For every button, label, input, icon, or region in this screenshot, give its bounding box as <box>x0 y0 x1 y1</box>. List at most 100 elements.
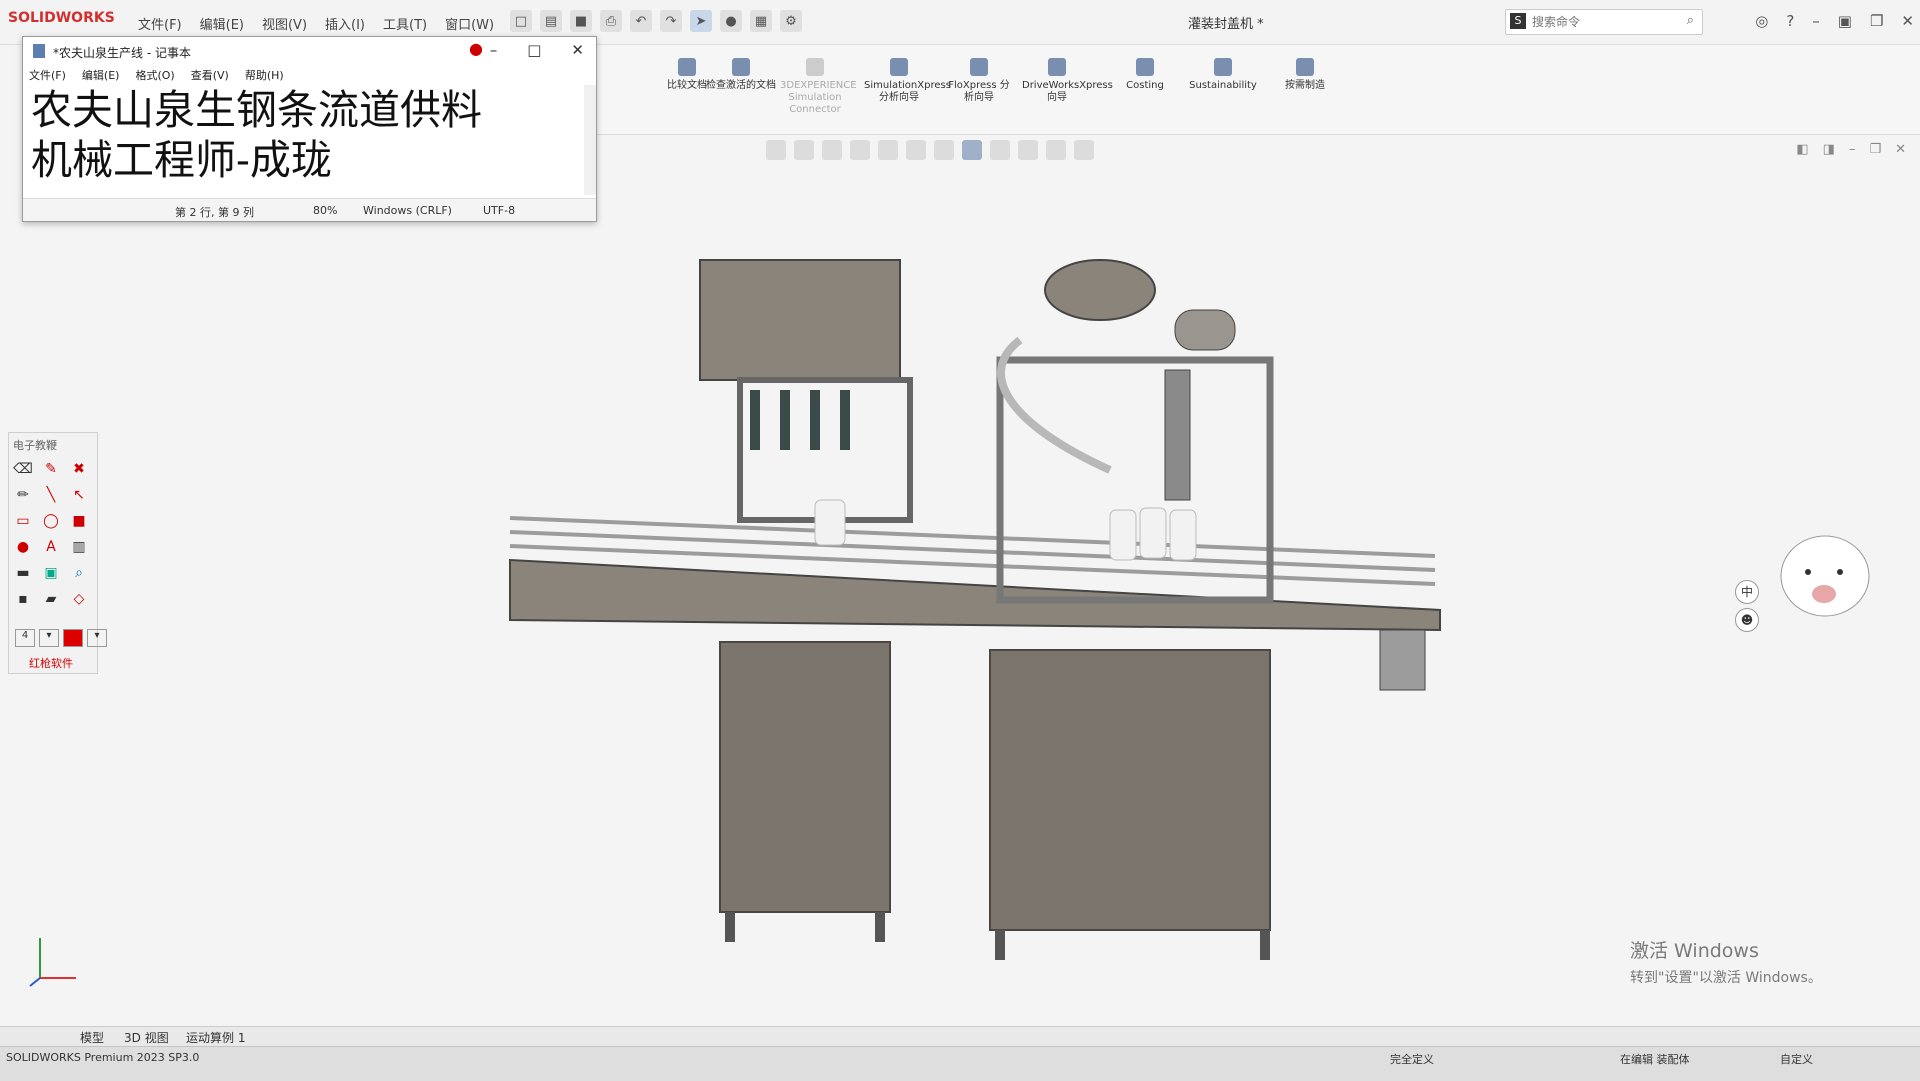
notepad-status-bar: 第 2 行, 第 9 列 80% Windows (CRLF) UTF-8 <box>23 198 596 221</box>
dropdown-icon[interactable]: ▾ <box>39 629 59 647</box>
menu-view[interactable]: 视图(V) <box>262 14 307 33</box>
edit-appearance-icon[interactable] <box>990 140 1010 160</box>
viewport-minimize-icon[interactable]: – <box>1849 142 1856 157</box>
search-icon[interactable]: ⌕ <box>1687 13 1694 28</box>
display-pane-icon[interactable] <box>1074 140 1094 160</box>
filled-ellipse-icon[interactable]: ● <box>13 537 33 557</box>
notepad-maximize-icon[interactable]: □ <box>527 41 541 59</box>
notepad-title-bar[interactable]: *农夫山泉生产线 - 记事本 ● – □ ✕ <box>23 37 596 65</box>
scene-icon[interactable] <box>1018 140 1038 160</box>
viewport-float-icon[interactable]: ◨ <box>1823 142 1835 157</box>
rebuild-icon[interactable]: ● <box>720 10 742 32</box>
view-orientation-icon[interactable] <box>906 140 926 160</box>
pen-width-select[interactable]: 4 <box>15 629 35 647</box>
display-style-icon[interactable] <box>934 140 954 160</box>
units-custom[interactable]: 自定义 <box>1780 1051 1813 1067</box>
notepad-window[interactable]: *农夫山泉生产线 - 记事本 ● – □ ✕ 文件(F) 编辑(E) 格式(O)… <box>22 36 597 222</box>
tab-model[interactable]: 模型 <box>74 1029 110 1046</box>
notepad-text-area[interactable]: 农夫山泉生钢条流道供料 机械工程师-成珑 <box>31 85 579 185</box>
pen-color-swatch[interactable] <box>63 629 83 647</box>
account-icon[interactable]: ◎ <box>1755 12 1768 30</box>
pen-icon[interactable]: ✎ <box>41 459 61 479</box>
eraser-icon[interactable]: ⌫ <box>13 459 33 479</box>
pencil-icon[interactable]: ✏ <box>13 485 33 505</box>
notepad-minimize-icon[interactable]: – <box>490 41 498 59</box>
app-logo[interactable]: SOLIDWORKS <box>8 10 115 26</box>
close-icon[interactable]: ✕ <box>1901 12 1914 30</box>
help-icon[interactable]: ? <box>1786 12 1794 30</box>
blackboard-icon[interactable]: ▬ <box>13 563 33 583</box>
undo-icon[interactable]: ↶ <box>630 10 652 32</box>
command-search[interactable]: S ⌕ <box>1505 9 1703 35</box>
conveyor-motor <box>1379 629 1426 691</box>
color-dropdown-icon[interactable]: ▾ <box>87 629 107 647</box>
check-active-document-button[interactable]: 检查激活的文档 <box>706 58 776 92</box>
menu-insert[interactable]: 插入(I) <box>325 14 365 33</box>
options-gear-icon[interactable]: ⚙ <box>780 10 802 32</box>
notepad-menu-format[interactable]: 格式(O) <box>135 67 174 83</box>
sustainability-icon <box>1214 58 1232 76</box>
clear-icon[interactable]: ✖ <box>69 459 89 479</box>
tool-brand-label: 红枪软件 <box>29 657 73 670</box>
notepad-menu-view[interactable]: 查看(V) <box>191 67 229 83</box>
magnifier-icon[interactable]: ⌕ <box>69 563 89 583</box>
costing-button[interactable]: Costing <box>1110 58 1180 92</box>
viewport-close-icon[interactable]: ✕ <box>1895 142 1906 157</box>
save-icon[interactable]: ■ <box>570 10 592 32</box>
print-icon[interactable]: ⎙ <box>600 10 622 32</box>
line-icon[interactable]: ╲ <box>41 485 61 505</box>
simulationxpress-button[interactable]: SimulationXpress 分析向导 <box>864 58 951 104</box>
ruler-icon[interactable]: ▥ <box>69 537 89 557</box>
select-pointer-icon[interactable]: ➤ <box>690 10 712 32</box>
zoom-to-area-icon[interactable] <box>794 140 814 160</box>
screenshot-icon[interactable]: ▣ <box>41 563 61 583</box>
new-file-icon[interactable]: □ <box>510 10 532 32</box>
zoom-to-fit-icon[interactable] <box>766 140 786 160</box>
notepad-menu-edit[interactable]: 编辑(E) <box>82 67 120 83</box>
redo-icon[interactable]: ↷ <box>660 10 682 32</box>
tile-icon[interactable]: ▣ <box>1838 12 1852 30</box>
ime-language-button[interactable]: 中 <box>1735 580 1759 604</box>
make-on-demand-button[interactable]: 按需制造 <box>1270 58 1340 92</box>
ellipse-icon[interactable]: ◯ <box>41 511 61 531</box>
tab-3d-views[interactable]: 3D 视图 <box>118 1029 175 1046</box>
previous-view-icon[interactable] <box>822 140 842 160</box>
notepad-app-icon <box>33 44 45 58</box>
sustainability-button[interactable]: Sustainability <box>1188 58 1258 92</box>
filled-rectangle-icon[interactable]: ■ <box>69 511 89 531</box>
mascot-mouth <box>1812 585 1836 603</box>
dynamic-annotation-icon[interactable] <box>878 140 898 160</box>
menu-file[interactable]: 文件(F) <box>138 14 182 33</box>
arrow-icon[interactable]: ↖ <box>69 485 89 505</box>
simulation-connector-button[interactable]: 3DEXPERIENCE Simulation Connector <box>780 58 857 116</box>
notepad-scrollbar[interactable] <box>584 85 596 195</box>
minimize-icon[interactable]: – <box>1812 12 1820 30</box>
open-file-icon[interactable]: ▤ <box>540 10 562 32</box>
viewport-restore-icon[interactable]: ❐ <box>1869 142 1881 157</box>
notepad-menu-file[interactable]: 文件(F) <box>29 67 66 83</box>
floxpress-button[interactable]: FloXpress 分析向导 <box>944 58 1014 104</box>
section-view-icon[interactable] <box>850 140 870 160</box>
folder-icon[interactable]: ▰ <box>41 589 61 609</box>
menu-bar: 文件(F) 编辑(E) 视图(V) 插入(I) 工具(T) 窗口(W) <box>138 14 494 33</box>
notepad-menu-help[interactable]: 帮助(H) <box>245 67 284 83</box>
eraser-shape-icon[interactable]: ◇ <box>69 589 89 609</box>
notepad-line-1: 农夫山泉生钢条流道供料 <box>31 86 482 134</box>
hide-show-icon[interactable] <box>962 140 982 160</box>
assembly-viewport[interactable] <box>500 250 1450 990</box>
menu-edit[interactable]: 编辑(E) <box>200 14 244 33</box>
text-icon[interactable]: A <box>41 537 61 557</box>
driveworksxpress-button[interactable]: DriveWorksXpress 向导 <box>1022 58 1113 104</box>
file-properties-icon[interactable]: ▦ <box>750 10 772 32</box>
rectangle-icon[interactable]: ▭ <box>13 511 33 531</box>
save-icon[interactable]: ▪ <box>13 589 33 609</box>
search-input[interactable] <box>1530 12 1674 32</box>
notepad-close-icon[interactable]: ✕ <box>571 41 584 59</box>
view-settings-icon[interactable] <box>1046 140 1066 160</box>
tab-motion-study[interactable]: 运动算例 1 <box>180 1029 251 1046</box>
menu-tools[interactable]: 工具(T) <box>383 14 427 33</box>
menu-window[interactable]: 窗口(W) <box>445 14 494 33</box>
restore-icon[interactable]: ❐ <box>1870 12 1883 30</box>
ime-mascot-icon[interactable]: ☻ <box>1735 608 1759 632</box>
viewport-split-icon[interactable]: ◧ <box>1796 142 1808 157</box>
